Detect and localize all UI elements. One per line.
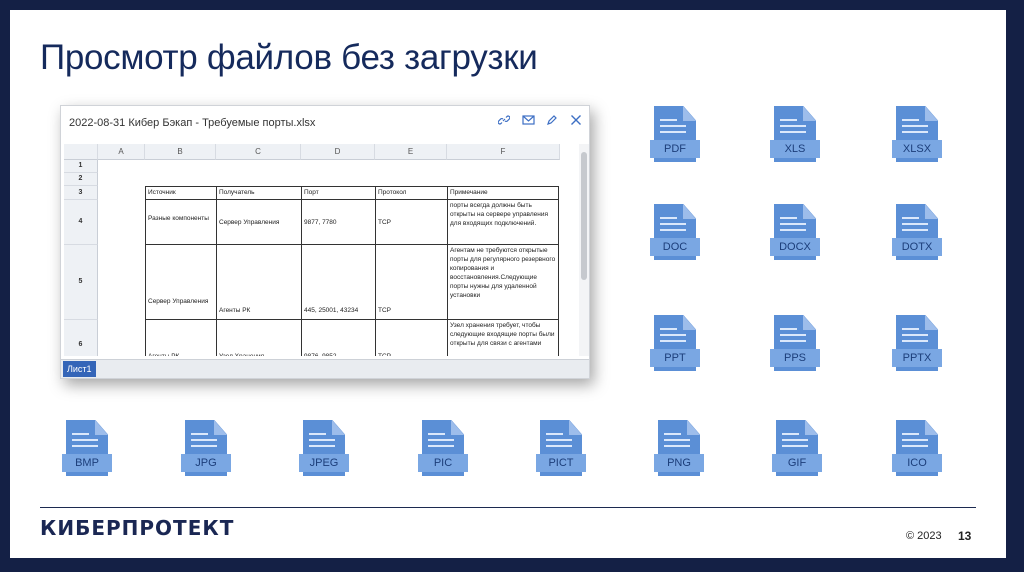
format-label: JPEG (299, 454, 349, 472)
vertical-scrollbar[interactable] (579, 144, 589, 356)
window-title: 2022-08-31 Кибер Бэкап - Требуемые порты… (69, 117, 316, 129)
table-cell[interactable]: 9876, 9852 (301, 319, 376, 356)
ico-file-icon: ICO (892, 420, 942, 484)
spreadsheet-preview-window: 2022-08-31 Кибер Бэкап - Требуемые порты… (60, 105, 590, 379)
format-label: PICT (536, 454, 586, 472)
mail-icon[interactable] (519, 113, 537, 131)
slide: Просмотр файлов без загрузки 2022-08-31 … (10, 10, 1006, 558)
table-cell[interactable]: Агенты РК (145, 319, 217, 356)
brand-logo: КИБЕРПРОТЕКТ (40, 516, 235, 540)
format-label: BMP (62, 454, 112, 472)
scrollbar-thumb[interactable] (581, 152, 587, 280)
table-cell[interactable]: Агенты РК (216, 244, 302, 320)
page-number: 13 (958, 529, 972, 543)
table-cell[interactable]: TCP (375, 199, 448, 245)
row-header[interactable]: 4 (64, 200, 98, 245)
table-header-cell[interactable]: Порт (301, 186, 376, 200)
table-cell[interactable]: 445, 25001, 43234 (301, 244, 376, 320)
sheet-tab-bar: Лист1 (61, 359, 589, 378)
table-cell[interactable]: Сервер Управления (216, 199, 302, 245)
column-header[interactable]: A (98, 144, 145, 160)
pic-file-icon: PIC (418, 420, 468, 484)
corner-cell[interactable] (64, 144, 98, 160)
row-header[interactable]: 3 (64, 186, 98, 200)
format-label: DOTX (892, 238, 942, 256)
slide-title: Просмотр файлов без загрузки (40, 38, 538, 77)
doc-file-icon: DOC (650, 204, 700, 268)
format-label: JPG (181, 454, 231, 472)
table-header-cell[interactable]: Источник (145, 186, 217, 200)
column-header[interactable]: E (375, 144, 447, 160)
table-cell[interactable]: Узел Хранения (216, 319, 302, 356)
column-header[interactable]: B (145, 144, 216, 160)
format-label: ICO (892, 454, 942, 472)
format-label: GIF (772, 454, 822, 472)
table-cell[interactable]: TCP (375, 244, 448, 320)
gif-file-icon: GIF (772, 420, 822, 484)
column-header[interactable]: D (301, 144, 375, 160)
window-toolbar (495, 113, 585, 131)
row-header[interactable]: 2 (64, 173, 98, 186)
close-icon[interactable] (567, 113, 585, 131)
table-cell[interactable]: TCP (375, 319, 448, 356)
format-label: DOC (650, 238, 700, 256)
table-cell[interactable]: Разные компоненты (145, 199, 217, 245)
pdf-file-icon: PDF (650, 106, 700, 170)
format-label: PDF (650, 140, 700, 158)
column-header[interactable]: C (216, 144, 301, 160)
format-label: XLSX (892, 140, 942, 158)
docx-file-icon: DOCX (770, 204, 820, 268)
spreadsheet-grid[interactable]: A B C D E F 1 2 3 4 5 6 Источник Получат… (64, 144, 576, 356)
table-cell[interactable]: Сервер Управления (145, 244, 217, 320)
sheet-tab[interactable]: Лист1 (63, 361, 96, 377)
jpeg-file-icon: JPEG (299, 420, 349, 484)
table-cell[interactable]: 9877, 7780 (301, 199, 376, 245)
xlsx-file-icon: XLSX (892, 106, 942, 170)
dotx-file-icon: DOTX (892, 204, 942, 268)
xls-file-icon: XLS (770, 106, 820, 170)
row-header[interactable]: 6 (64, 320, 98, 356)
format-label: PPTX (892, 349, 942, 367)
png-file-icon: PNG (654, 420, 704, 484)
jpg-file-icon: JPG (181, 420, 231, 484)
ppt-file-icon: PPT (650, 315, 700, 379)
format-label: DOCX (770, 238, 820, 256)
format-label: PNG (654, 454, 704, 472)
column-header[interactable]: F (447, 144, 560, 160)
table-header-cell[interactable]: Получатель (216, 186, 302, 200)
row-header[interactable]: 1 (64, 160, 98, 173)
pps-file-icon: PPS (770, 315, 820, 379)
table-cell[interactable]: Агентам не требуются открытые порты для … (447, 244, 559, 320)
table-header-cell[interactable]: Протокол (375, 186, 448, 200)
pptx-file-icon: PPTX (892, 315, 942, 379)
table-cell[interactable]: порты всегда должны быть открыты на серв… (447, 199, 559, 245)
format-label: PPT (650, 349, 700, 367)
format-label: XLS (770, 140, 820, 158)
table-cell[interactable]: Узел хранения требует, чтобы следующие в… (447, 319, 559, 356)
row-header[interactable]: 5 (64, 245, 98, 320)
format-label: PIC (418, 454, 468, 472)
table-header-cell[interactable]: Примечание (447, 186, 559, 200)
bmp-file-icon: BMP (62, 420, 112, 484)
copyright-text: © 2023 (906, 530, 942, 542)
footer-divider (40, 507, 976, 508)
pen-icon[interactable] (543, 113, 561, 131)
link-icon[interactable] (495, 113, 513, 131)
format-label: PPS (770, 349, 820, 367)
pict-file-icon: PICT (536, 420, 586, 484)
